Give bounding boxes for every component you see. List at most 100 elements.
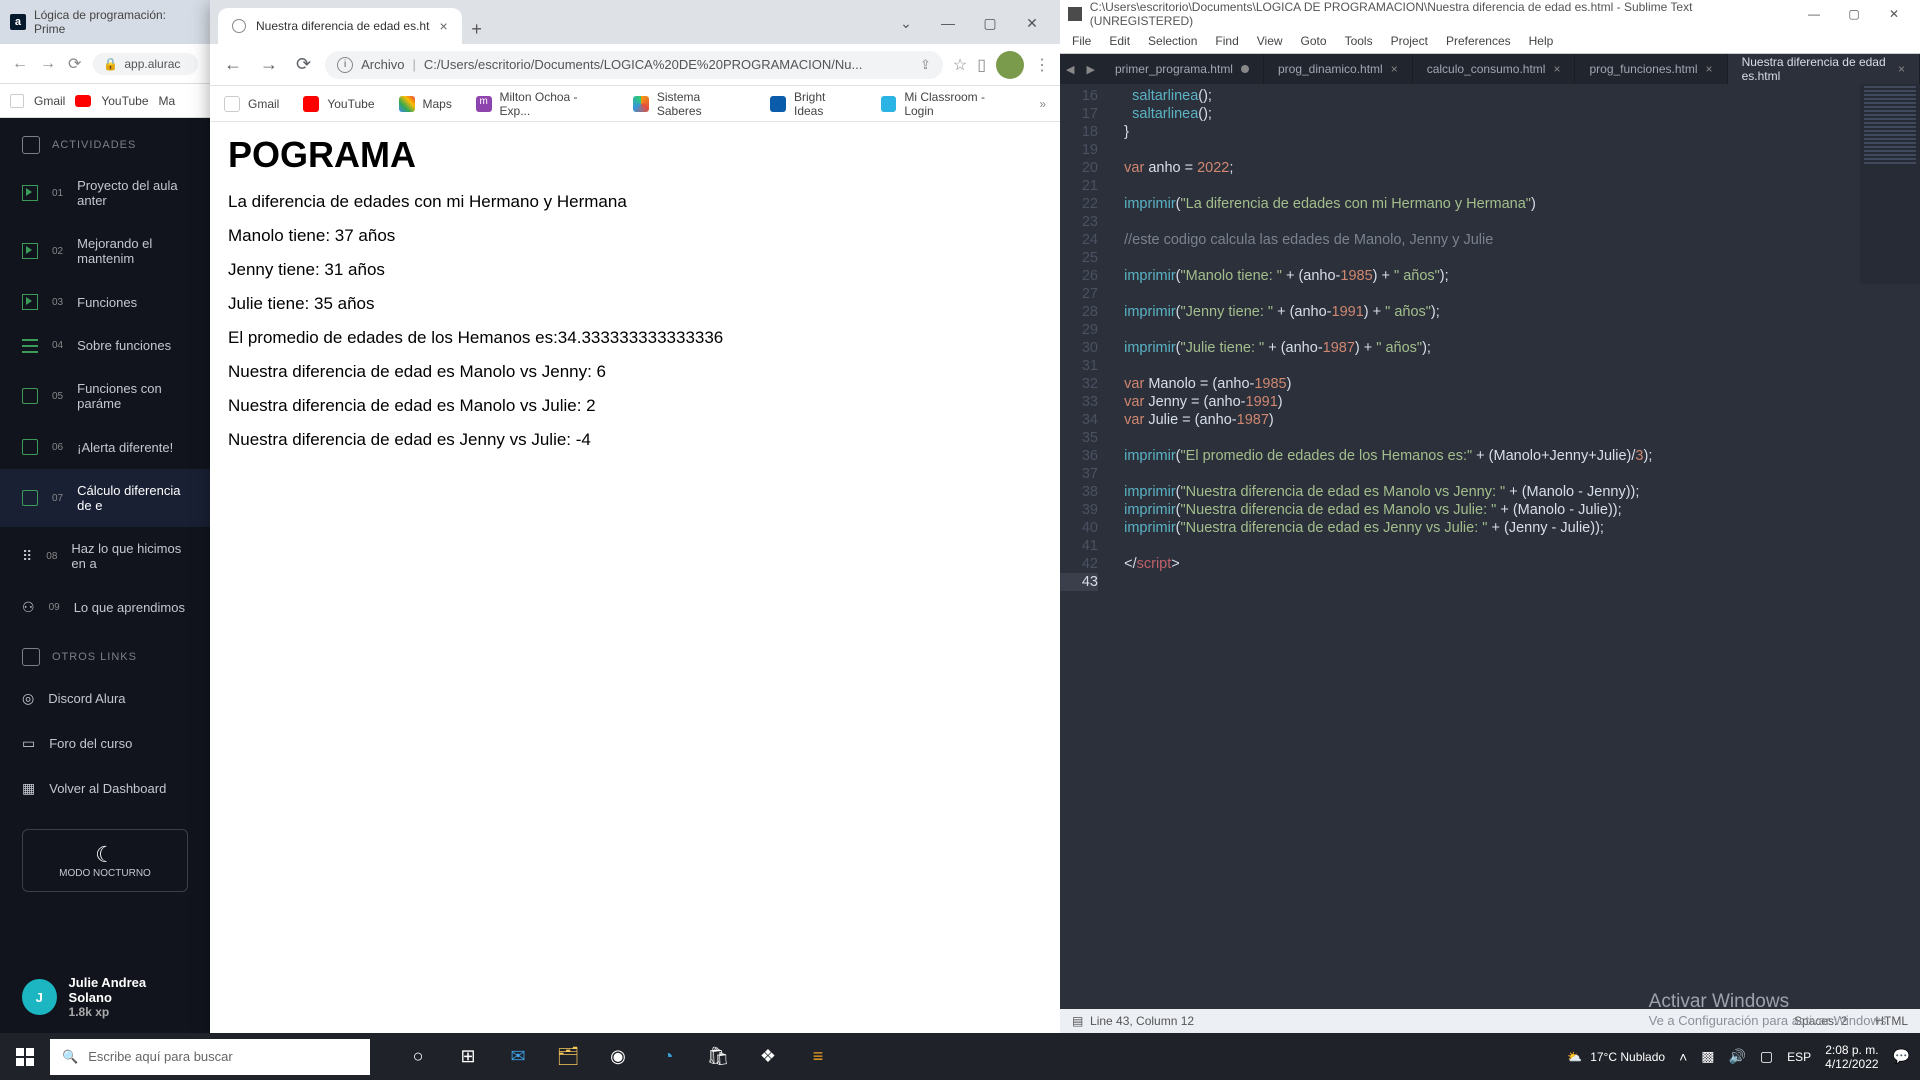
nav-item-06[interactable]: 06¡Alerta diferente! [0, 425, 210, 469]
nav-item-04[interactable]: 04Sobre funciones [0, 324, 210, 367]
star-icon[interactable]: ☆ [953, 55, 967, 75]
profile-avatar[interactable] [996, 51, 1024, 79]
nav-item-05[interactable]: 05Funciones con paráme [0, 367, 210, 425]
notifications-icon[interactable]: 💬 [1893, 1048, 1910, 1065]
minimize-icon[interactable]: — [1796, 3, 1832, 25]
link-discord[interactable]: ◎Discord Alura [0, 676, 210, 721]
line-gutter: 1617181920212223242526272829303132333435… [1060, 84, 1108, 1014]
reload-icon[interactable]: ⟳ [292, 50, 315, 79]
sublime-taskbar-icon[interactable]: ≡ [794, 1033, 842, 1080]
close-icon[interactable]: ✕ [1876, 3, 1912, 25]
editor-tab[interactable]: prog_dinamico.html× [1264, 54, 1413, 84]
chrome-bookmarks-bar: Gmail YouTube Maps mMilton Ochoa - Exp..… [210, 86, 1060, 122]
close-tab-icon[interactable]: × [1391, 62, 1398, 76]
info-icon[interactable]: i [337, 57, 353, 73]
user-profile[interactable]: J Julie Andrea Solano 1.8k xp [0, 961, 210, 1033]
network-icon[interactable]: ▩ [1701, 1048, 1714, 1065]
close-tab-icon[interactable]: × [1898, 62, 1905, 76]
panel-icon[interactable]: ▯ [977, 55, 986, 75]
menu-goto[interactable]: Goto [1293, 31, 1335, 51]
bm-milton[interactable]: mMilton Ochoa - Exp... [476, 90, 609, 118]
nav-item-07[interactable]: 07Cálculo diferencia de e [0, 469, 210, 527]
menu-file[interactable]: File [1064, 31, 1099, 51]
nav-item-01[interactable]: 01Proyecto del aula anter [0, 164, 210, 222]
bm-gmail[interactable]: Gmail [34, 94, 65, 108]
nav-item-08[interactable]: ⠿08Haz lo que hicimos en a [0, 527, 210, 585]
chevron-up-icon[interactable]: ˄ [1679, 1049, 1687, 1065]
reload-icon[interactable]: ⟳ [68, 54, 81, 74]
menu-help[interactable]: Help [1521, 31, 1562, 51]
chevron-right-icon[interactable]: » [1039, 97, 1046, 111]
alura-browser-tab[interactable]: a Lógica de programación: Prime [0, 0, 210, 44]
sublime-titlebar[interactable]: C:\Users\escritorio\Documents\LOGICA DE … [1060, 0, 1920, 28]
menu-icon[interactable]: ⋮ [1034, 55, 1050, 75]
minimap[interactable] [1860, 84, 1920, 284]
edge-icon[interactable]: ◔ [644, 1033, 692, 1080]
editor-area[interactable]: 1617181920212223242526272829303132333435… [1060, 84, 1920, 1014]
menu-preferences[interactable]: Preferences [1438, 31, 1519, 51]
back-icon[interactable]: ← [220, 50, 246, 79]
play-icon [22, 185, 38, 201]
nav-item-02[interactable]: 02Mejorando el mantenim [0, 222, 210, 280]
editor-tab-active[interactable]: Nuestra diferencia de edad es.html× [1728, 54, 1920, 84]
alura-url-bar[interactable]: 🔒 app.alurac [93, 53, 198, 75]
maximize-icon[interactable]: ▢ [1836, 3, 1872, 25]
store-icon[interactable]: 🛍 [694, 1033, 742, 1080]
tab-nav-right-icon[interactable]: ▶ [1080, 63, 1100, 76]
editor-tab[interactable]: calculo_consumo.html× [1413, 54, 1576, 84]
bm-saberes[interactable]: Sistema Saberes [633, 90, 746, 118]
close-icon[interactable]: ✕ [1012, 8, 1052, 38]
address-bar[interactable]: i Archivo | C:/Users/escritorio/Document… [325, 51, 943, 79]
minimize-icon[interactable]: — [928, 8, 968, 38]
clock[interactable]: 2:08 p. m. 4/12/2022 [1825, 1043, 1878, 1071]
explorer-icon[interactable]: 🗂 [544, 1033, 592, 1080]
code-area[interactable]: saltarlinea(); saltarlinea(); } var anho… [1108, 84, 1920, 1014]
bm-youtube[interactable]: YouTube [101, 94, 148, 108]
link-dashboard[interactable]: ▦Volver al Dashboard [0, 766, 210, 811]
battery-icon[interactable]: ▢ [1760, 1048, 1773, 1065]
gmail-icon[interactable] [10, 94, 24, 108]
share-icon[interactable]: ⇪ [920, 57, 931, 73]
menu-project[interactable]: Project [1383, 31, 1436, 51]
cortana-icon[interactable]: ○ [394, 1033, 442, 1080]
maximize-icon[interactable]: ▢ [970, 8, 1010, 38]
forward-icon[interactable]: → [40, 55, 56, 73]
close-tab-icon[interactable]: × [1553, 62, 1560, 76]
lang-indicator[interactable]: ESP [1787, 1050, 1811, 1064]
editor-tab[interactable]: prog_funciones.html× [1575, 54, 1727, 84]
nav-item-03[interactable]: 03Funciones [0, 280, 210, 324]
bm-classroom[interactable]: Mi Classroom - Login [881, 90, 1016, 118]
forward-icon[interactable]: → [256, 50, 282, 79]
menu-view[interactable]: View [1249, 31, 1291, 51]
link-forum[interactable]: ▭Foro del curso [0, 721, 210, 766]
chrome-tab[interactable]: Nuestra diferencia de edad es.ht × [218, 8, 462, 44]
chrome-taskbar-icon[interactable]: ◉ [594, 1033, 642, 1080]
chevron-down-icon[interactable]: ⌄ [886, 8, 926, 38]
close-tab-icon[interactable]: × [1706, 62, 1713, 76]
mail-icon[interactable]: ✉ [494, 1033, 542, 1080]
nav-item-09[interactable]: ⚇09Lo que aprendimos [0, 585, 210, 630]
menu-find[interactable]: Find [1207, 31, 1246, 51]
new-tab-button[interactable]: + [462, 14, 492, 44]
weather-widget[interactable]: ⛅17°C Nublado [1567, 1050, 1665, 1064]
night-mode-toggle[interactable]: ☾ MODO NOCTURNO [22, 829, 188, 892]
taskbar-search[interactable]: 🔍 Escribe aquí para buscar [50, 1039, 370, 1075]
tab-nav-left-icon[interactable]: ◀ [1060, 63, 1080, 76]
menu-tools[interactable]: Tools [1337, 31, 1381, 51]
bm-youtube[interactable]: YouTube [303, 96, 374, 112]
back-icon[interactable]: ← [12, 55, 28, 73]
start-button[interactable] [0, 1033, 50, 1080]
close-tab-icon[interactable]: × [439, 18, 447, 34]
task-view-icon[interactable]: ⊞ [444, 1033, 492, 1080]
app-icon[interactable]: ❖ [744, 1033, 792, 1080]
menu-selection[interactable]: Selection [1140, 31, 1205, 51]
bm-maps[interactable]: Maps [399, 96, 452, 112]
bm-gmail[interactable]: Gmail [224, 96, 279, 112]
volume-icon[interactable]: 🔊 [1728, 1048, 1745, 1065]
bm-maps[interactable]: Ma [159, 94, 176, 108]
youtube-icon[interactable] [75, 95, 91, 107]
menu-edit[interactable]: Edit [1101, 31, 1138, 51]
status-doc-icon[interactable]: ▤ [1072, 1014, 1083, 1028]
editor-tab[interactable]: primer_programa.html [1101, 54, 1264, 84]
bm-bright[interactable]: Bright Ideas [770, 90, 856, 118]
